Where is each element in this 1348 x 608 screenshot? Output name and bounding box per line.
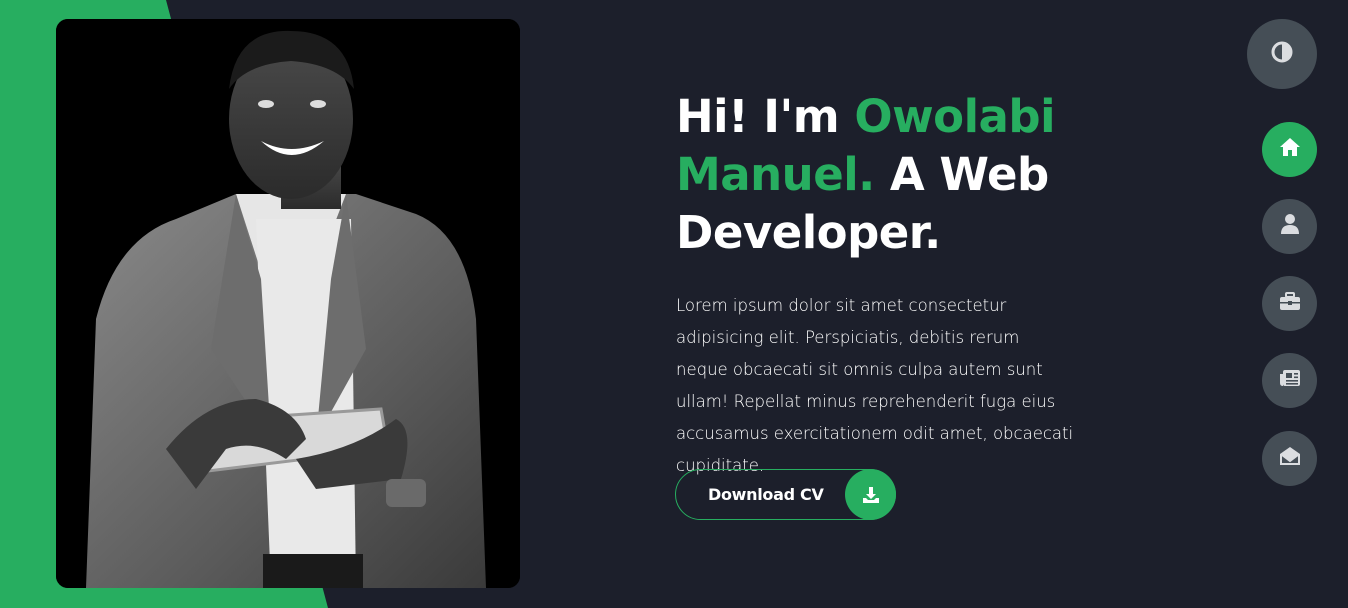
home-icon xyxy=(1279,137,1301,162)
download-cv-label: Download CV xyxy=(708,485,824,504)
hero-intro: Hi! I'm Owolabi Manuel. A Web Developer.… xyxy=(676,88,1096,482)
theme-toggle-button[interactable] xyxy=(1247,19,1317,89)
profile-photo xyxy=(56,19,520,588)
contrast-icon xyxy=(1271,41,1293,68)
download-icon xyxy=(845,469,896,520)
hero-description: Lorem ipsum dolor sit amet consectetur a… xyxy=(676,296,1074,475)
newspaper-icon xyxy=(1279,369,1301,392)
hero-title-greeting: Hi! I'm xyxy=(676,90,855,143)
nav-about-button[interactable] xyxy=(1262,199,1317,254)
nav-home-button[interactable] xyxy=(1262,122,1317,177)
user-icon xyxy=(1280,214,1299,239)
hero-title: Hi! I'm Owolabi Manuel. A Web Developer. xyxy=(676,88,1096,262)
portrait-illustration xyxy=(56,19,520,588)
envelope-open-icon xyxy=(1279,446,1301,471)
download-cv-button[interactable]: Download CV xyxy=(675,469,896,520)
nav-portfolio-button[interactable] xyxy=(1262,276,1317,331)
nav-blog-button[interactable] xyxy=(1262,353,1317,408)
briefcase-icon xyxy=(1279,291,1301,316)
nav-contact-button[interactable] xyxy=(1262,431,1317,486)
